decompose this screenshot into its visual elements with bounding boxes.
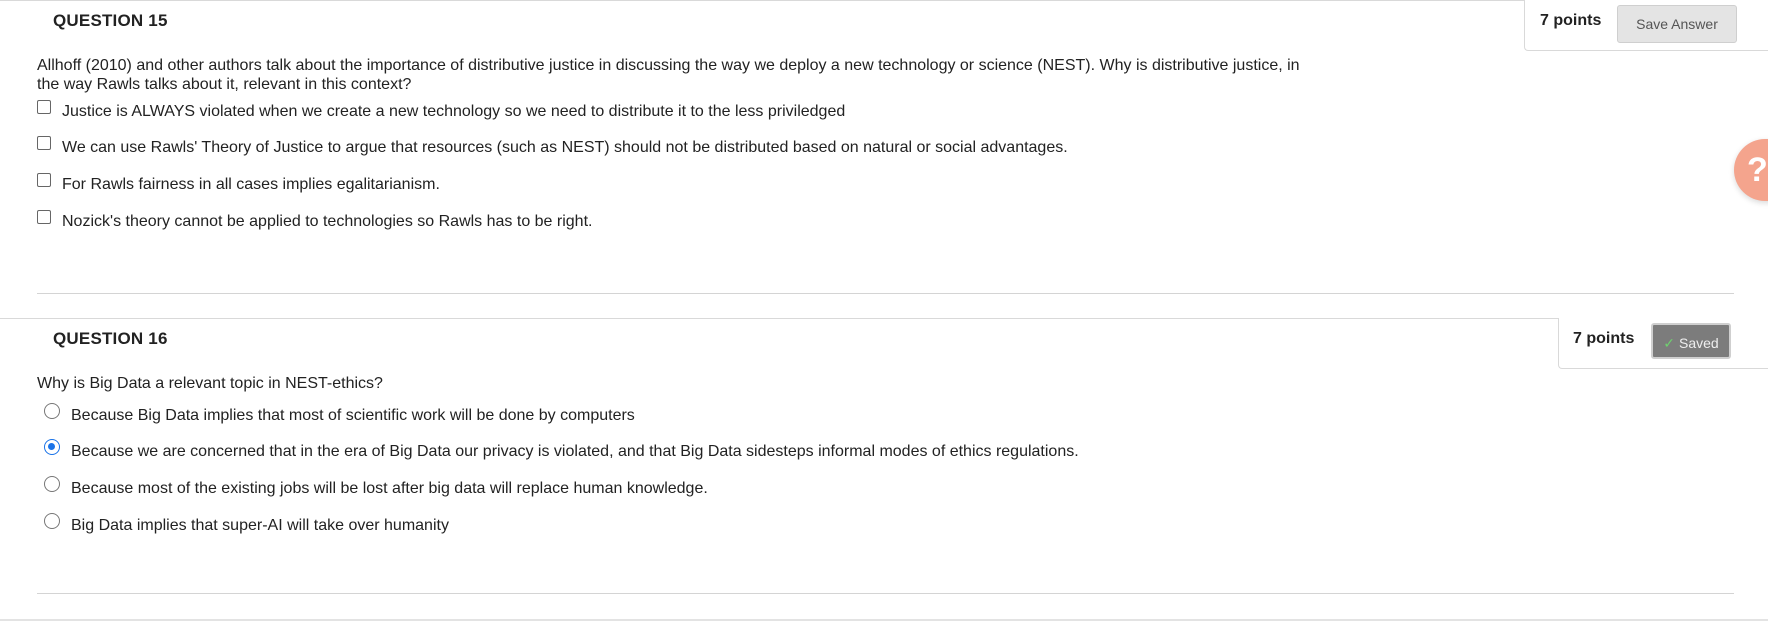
question-prompt: Allhoff (2010) and other authors talk ab… <box>37 57 1300 93</box>
radio-button[interactable] <box>44 513 60 529</box>
checkbox[interactable] <box>37 173 51 187</box>
option-label: Because most of the existing jobs will b… <box>71 480 708 497</box>
question-title: QUESTION 16 <box>53 329 168 348</box>
answer-option-2[interactable]: Because we are concerned that in the era… <box>37 439 1079 464</box>
question-top-rule <box>0 318 1768 319</box>
option-label: Because we are concerned that in the era… <box>71 443 1079 460</box>
save-answer-button[interactable]: Save Answer <box>1617 5 1737 43</box>
question-prompt: Why is Big Data a relevant topic in NEST… <box>37 375 383 392</box>
answer-option-4[interactable]: Nozick's theory cannot be applied to tec… <box>37 210 592 234</box>
option-label: For Rawls fairness in all cases implies … <box>62 176 440 193</box>
checkbox[interactable] <box>37 100 51 114</box>
points-label: 7 points <box>1540 12 1602 29</box>
question-title: QUESTION 15 <box>53 11 168 30</box>
answer-option-3[interactable]: Because most of the existing jobs will b… <box>37 476 708 501</box>
answer-option-1[interactable]: Because Big Data implies that most of sc… <box>37 403 635 428</box>
question-divider <box>37 593 1734 594</box>
question-mark-icon: ? <box>1747 151 1768 189</box>
checkbox[interactable] <box>37 136 51 150</box>
answer-option-3[interactable]: For Rawls fairness in all cases implies … <box>37 173 440 197</box>
option-label: Nozick's theory cannot be applied to tec… <box>62 213 593 230</box>
radio-button[interactable] <box>44 476 60 492</box>
points-panel: 7 points ✓ Saved <box>1558 318 1768 369</box>
radio-button-selected[interactable] <box>44 439 60 455</box>
option-label: Because Big Data implies that most of sc… <box>71 407 635 424</box>
points-label: 7 points <box>1573 330 1635 347</box>
radio-button[interactable] <box>44 403 60 419</box>
saved-label: Saved <box>1679 335 1719 351</box>
checkmark-icon: ✓ <box>1663 335 1676 351</box>
question-16: QUESTION 16 7 points ✓ Saved Why is Big D… <box>0 318 1768 621</box>
question-top-rule <box>0 0 1768 1</box>
checkbox[interactable] <box>37 210 51 224</box>
question-divider <box>37 293 1734 294</box>
answer-option-1[interactable]: Justice is ALWAYS violated when we creat… <box>37 100 845 124</box>
points-panel: 7 points Save Answer <box>1524 0 1768 51</box>
question-15: QUESTION 15 7 points Save Answer Allhoff… <box>0 0 1768 310</box>
saved-button[interactable]: ✓ Saved <box>1651 323 1731 359</box>
option-label: Big Data implies that super-AI will take… <box>71 517 449 534</box>
answer-option-4[interactable]: Big Data implies that super-AI will take… <box>37 513 449 538</box>
option-label: Justice is ALWAYS violated when we creat… <box>62 103 846 120</box>
answer-option-2[interactable]: We can use Rawls' Theory of Justice to a… <box>37 136 1068 160</box>
option-label: We can use Rawls' Theory of Justice to a… <box>62 139 1068 156</box>
